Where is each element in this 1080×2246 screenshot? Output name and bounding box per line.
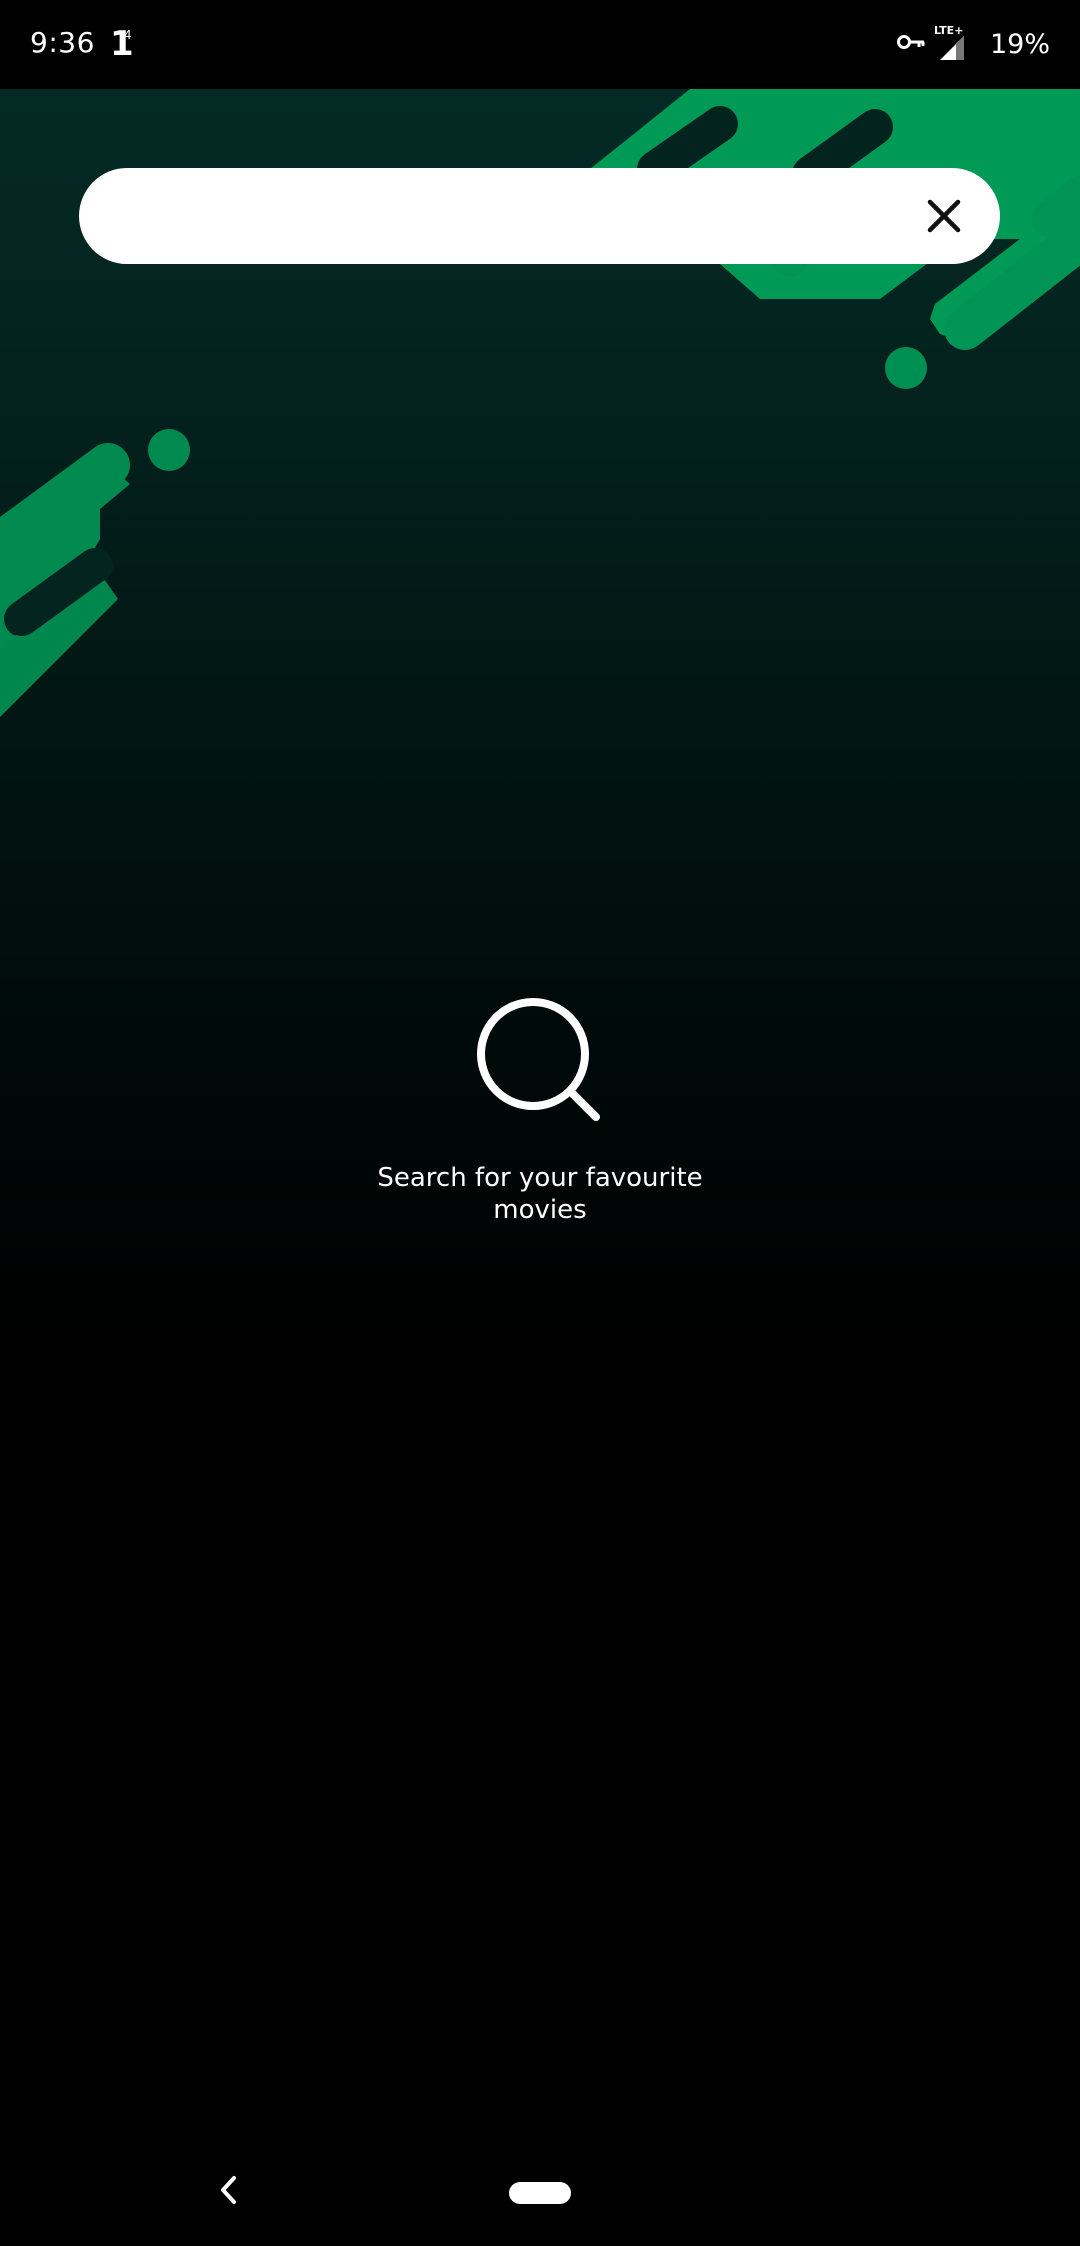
screen: 9:36 1 4 LTE+ 19% Search for your favour… (0, 0, 1080, 2246)
battery-level: 19% (989, 28, 1050, 60)
empty-state: Search for your favourite movies (0, 990, 1080, 1226)
empty-state-message: Search for your favourite movies (377, 1163, 703, 1225)
home-button[interactable] (509, 2182, 571, 2204)
notification-count: 4 (124, 28, 132, 42)
navigation-bar (0, 2140, 1080, 2246)
search-bar (79, 168, 1000, 266)
signal-icon: LTE+ (934, 24, 966, 62)
back-button[interactable] (210, 2170, 250, 2210)
close-icon (927, 199, 961, 233)
search-input[interactable] (123, 168, 887, 266)
search-icon (477, 998, 600, 1121)
vpn-key-icon (896, 32, 926, 56)
status-time: 9:36 (30, 26, 95, 59)
clear-search-button[interactable] (908, 180, 980, 252)
chevron-left-icon (221, 2176, 236, 2204)
status-icons: LTE+ 19% (896, 24, 1050, 64)
status-bar: 9:36 1 4 LTE+ 19% (0, 0, 1080, 89)
